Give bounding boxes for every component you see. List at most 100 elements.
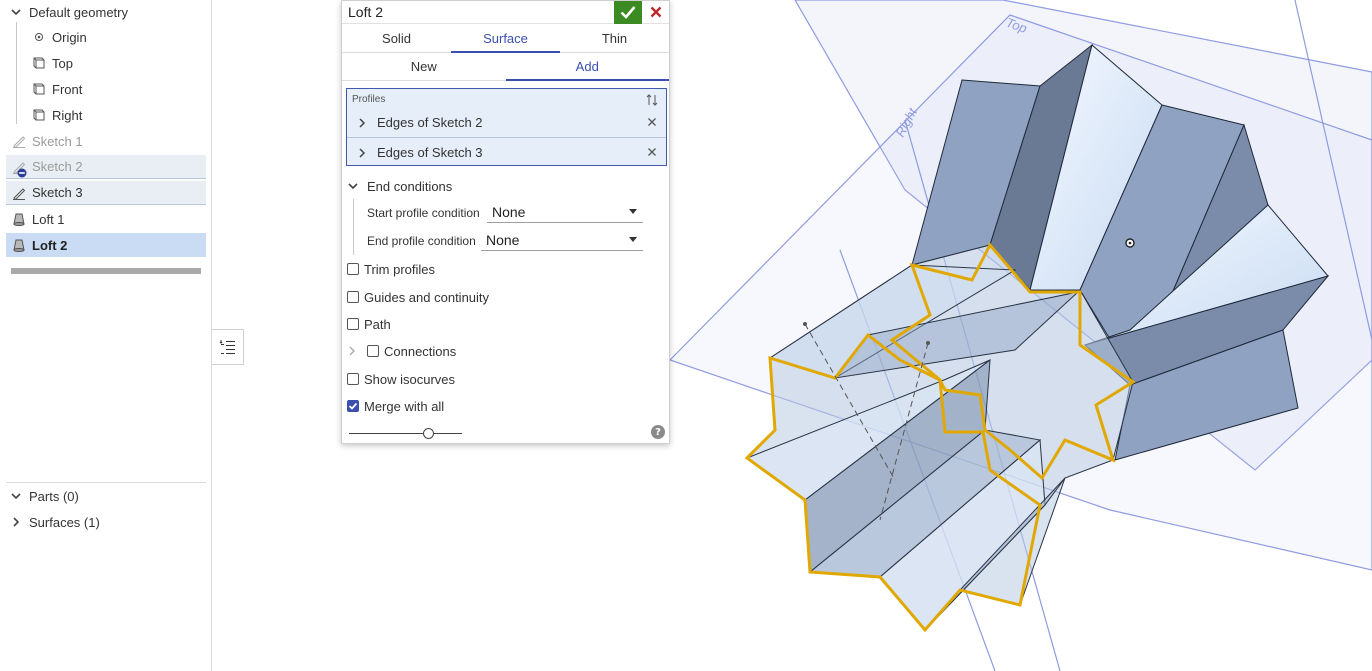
tree-item-label: Sketch 1: [32, 133, 83, 149]
tolerance-slider-handle[interactable]: [422, 428, 434, 439]
sketch-icon: [12, 160, 27, 177]
trim-profiles-checkbox[interactable]: [347, 263, 359, 275]
rollback-bar[interactable]: [11, 268, 201, 274]
profile-item-label: Edges of Sketch 3: [377, 145, 483, 160]
chevron-right-icon[interactable]: [347, 345, 361, 357]
tree-item-front-plane[interactable]: Front: [32, 77, 82, 101]
section-guide-line: [353, 199, 354, 255]
parts-node[interactable]: Parts (0): [9, 484, 79, 508]
profile-item[interactable]: Edges of Sketch 2: [347, 108, 666, 137]
origin-point-icon: [32, 30, 46, 44]
cancel-button[interactable]: [642, 1, 669, 24]
show-isocurves-row[interactable]: Show isocurves: [347, 367, 674, 391]
trim-profiles-label: Trim profiles: [364, 261, 436, 277]
tree-item-top-plane[interactable]: Top: [32, 51, 73, 75]
guides-continuity-row[interactable]: Guides and continuity: [347, 285, 674, 309]
close-icon: [650, 6, 661, 18]
merge-with-all-checkbox[interactable]: [347, 400, 359, 412]
show-isocurves-checkbox[interactable]: [347, 373, 359, 385]
loft-icon: [12, 238, 26, 252]
trim-profiles-row[interactable]: Trim profiles: [347, 257, 674, 281]
default-geometry-node[interactable]: Default geometry: [9, 0, 128, 24]
sketch-icon: [12, 186, 26, 200]
start-profile-condition-value: None: [492, 203, 526, 220]
end-conditions-label: End conditions: [367, 178, 453, 194]
parts-label: Parts (0): [29, 488, 79, 504]
tree-item-label: Right: [52, 107, 83, 123]
profile-item[interactable]: Edges of Sketch 3: [347, 138, 666, 167]
end-profile-condition-label: End profile condition: [367, 234, 476, 248]
tree-item-label: Front: [52, 81, 83, 97]
merge-with-all-row[interactable]: Merge with all: [347, 394, 674, 418]
tree-guide-line: [16, 22, 17, 124]
chevron-right-icon[interactable]: [357, 147, 371, 159]
accept-button[interactable]: [614, 0, 642, 24]
reorder-icon[interactable]: [646, 94, 658, 109]
tree-item-origin[interactable]: Origin: [32, 25, 87, 49]
dialog-header: Loft 2: [342, 0, 669, 24]
connections-label: Connections: [384, 343, 457, 359]
merge-with-all-label: Merge with all: [364, 398, 445, 414]
tree-item-right-plane[interactable]: Right: [32, 103, 82, 127]
connections-row[interactable]: Connections: [347, 339, 674, 363]
profiles-label: Profiles: [352, 94, 386, 105]
dropdown-caret-icon: [629, 237, 637, 242]
tree-divider: [6, 482, 206, 483]
origin-point-marker: [926, 341, 930, 345]
sketch-icon: [12, 134, 26, 148]
help-icon[interactable]: ?: [651, 425, 665, 439]
tree-item-sketch-1[interactable]: Sketch 1: [6, 129, 206, 153]
feature-tree-panel: Default geometry Origin Top Front Right …: [0, 0, 212, 671]
tree-item-loft-2[interactable]: Loft 2: [6, 233, 206, 257]
creation-type-tabs: Solid Surface Thin: [342, 25, 669, 53]
end-profile-condition-value: None: [486, 231, 520, 248]
dropdown-caret-icon: [629, 209, 637, 214]
plane-icon: [32, 82, 46, 96]
tree-item-sketch-2[interactable]: Sketch 2: [6, 155, 206, 179]
plane-icon: [32, 108, 46, 122]
show-isocurves-label: Show isocurves: [364, 371, 456, 387]
chevron-down-icon[interactable]: [9, 5, 23, 19]
guides-continuity-checkbox[interactable]: [347, 291, 359, 303]
tab-solid[interactable]: Solid: [342, 25, 451, 52]
connections-checkbox[interactable]: [367, 345, 379, 357]
chevron-right-icon[interactable]: [357, 117, 371, 129]
tree-item-label: Sketch 2: [32, 159, 83, 174]
plane-icon: [32, 56, 46, 70]
tree-item-sketch-3[interactable]: Sketch 3: [6, 181, 206, 205]
loft-icon: [12, 212, 26, 226]
tree-item-label: Loft 1: [32, 211, 65, 227]
centerline-point-dot: [1128, 241, 1132, 245]
check-icon: [620, 6, 636, 19]
dialog-title: Loft 2: [348, 4, 384, 20]
chevron-right-icon[interactable]: [9, 515, 23, 529]
default-geometry-label: Default geometry: [29, 4, 128, 20]
remove-icon[interactable]: [647, 145, 657, 160]
surfaces-label: Surfaces (1): [29, 514, 100, 530]
operation-tabs: New Add: [342, 53, 669, 81]
remove-icon[interactable]: [647, 115, 657, 130]
end-profile-condition-select[interactable]: None: [481, 229, 643, 251]
start-profile-condition-select[interactable]: None: [487, 201, 643, 223]
origin-point-marker: [803, 322, 807, 326]
tab-new[interactable]: New: [342, 53, 506, 80]
surfaces-node[interactable]: Surfaces (1): [9, 510, 100, 534]
tab-thin[interactable]: Thin: [560, 25, 669, 52]
chevron-down-icon[interactable]: [9, 489, 23, 503]
profiles-selection-box[interactable]: Profiles Edges of Sketch 2 Edges of Sket…: [346, 88, 667, 166]
tolerance-slider-track[interactable]: [349, 433, 462, 434]
start-profile-condition-label: Start profile condition: [367, 206, 480, 220]
path-row[interactable]: Path: [347, 312, 674, 336]
end-conditions-section[interactable]: End conditions: [347, 174, 674, 198]
tree-item-label: Loft 2: [32, 237, 68, 253]
tree-item-loft-1[interactable]: Loft 1: [6, 207, 206, 231]
loft-feature-dialog: Loft 2 Solid Surface Thin New Add Profil…: [341, 0, 670, 444]
check-icon: [348, 402, 358, 410]
tab-surface[interactable]: Surface: [451, 25, 560, 53]
path-checkbox[interactable]: [347, 318, 359, 330]
tree-item-label: Origin: [52, 29, 87, 45]
tab-add[interactable]: Add: [505, 53, 670, 81]
suppressed-badge-icon: [17, 168, 27, 177]
tree-item-label: Sketch 3: [32, 185, 83, 200]
chevron-down-icon[interactable]: [347, 180, 361, 192]
